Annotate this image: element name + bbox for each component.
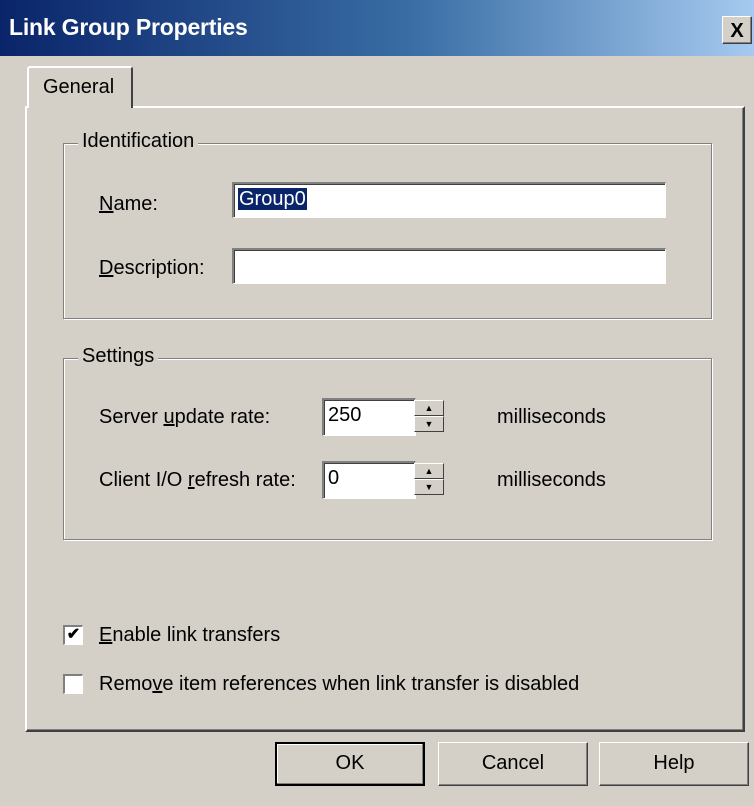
name-label: Name: <box>99 193 158 215</box>
description-label-rest: escription: <box>113 257 205 279</box>
remove-item-references-label[interactable]: Remove item references when link transfe… <box>99 673 579 696</box>
spin-down-icon[interactable]: ▼ <box>414 479 444 495</box>
description-input[interactable] <box>232 248 666 284</box>
close-icon: X <box>730 20 744 42</box>
ok-button[interactable]: OK <box>275 742 425 786</box>
settings-group-label: Settings <box>78 345 159 368</box>
spin-up-icon[interactable]: ▲ <box>414 400 444 416</box>
name-label-rest: ame: <box>113 193 158 215</box>
tab-general-label: General <box>43 76 115 98</box>
identification-group: Identification <box>63 130 712 319</box>
spin-down-icon[interactable]: ▼ <box>414 416 444 432</box>
remove-item-references-checkbox[interactable] <box>63 674 83 694</box>
cancel-button[interactable]: Cancel <box>438 742 588 786</box>
checkmark-icon: ✔ <box>66 626 81 643</box>
identification-group-label: Identification <box>78 130 199 153</box>
server-update-value: 250 <box>328 404 362 426</box>
spin-up-icon[interactable]: ▲ <box>414 463 444 479</box>
name-input[interactable]: Group0 <box>232 182 666 218</box>
client-refresh-spinner[interactable]: ▲ ▼ <box>414 463 444 495</box>
server-update-spinner[interactable]: ▲ ▼ <box>414 400 444 432</box>
enable-link-transfers-checkbox[interactable]: ✔ <box>63 625 83 645</box>
server-update-input[interactable]: 250 <box>322 398 416 436</box>
client-refresh-label: Client I/O refresh rate: <box>99 469 296 491</box>
tab-general[interactable]: General <box>27 66 133 108</box>
client-refresh-input[interactable]: 0 <box>322 461 416 499</box>
title-bar: Link Group Properties X <box>0 0 754 56</box>
client-refresh-unit: milliseconds <box>497 469 606 491</box>
close-button[interactable]: X <box>722 16 752 44</box>
description-label: Description: <box>99 257 205 279</box>
server-update-label: Server update rate: <box>99 406 271 428</box>
server-update-unit: milliseconds <box>497 406 606 428</box>
settings-group: Settings <box>63 345 712 540</box>
client-refresh-value: 0 <box>328 467 340 489</box>
help-button[interactable]: Help <box>599 742 749 786</box>
window-title: Link Group Properties <box>9 14 248 40</box>
enable-link-transfers-label[interactable]: Enable link transfers <box>99 624 280 647</box>
name-input-value: Group0 <box>238 188 307 210</box>
